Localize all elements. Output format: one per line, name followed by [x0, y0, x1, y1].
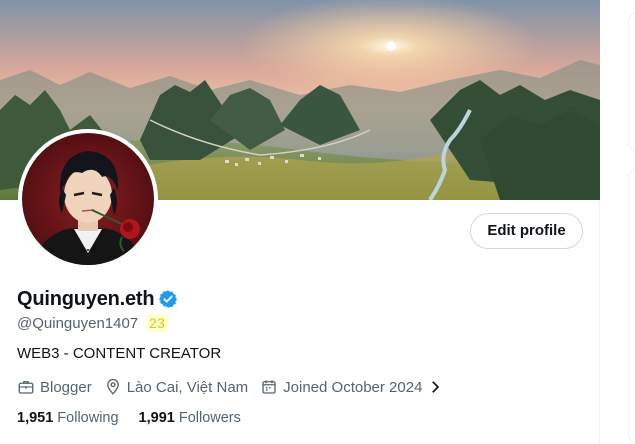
chevron-right-icon[interactable]	[426, 378, 444, 396]
followers-link[interactable]: 1,991 Followers	[139, 410, 241, 426]
edit-profile-button[interactable]: Edit profile	[470, 213, 583, 249]
followers-count: 1,991	[138, 410, 175, 426]
briefcase-icon	[18, 381, 34, 394]
name-row: Quinguyen.eth	[17, 286, 178, 312]
following-label: Following	[57, 410, 119, 426]
following-link[interactable]: 1,951 Following	[17, 410, 119, 426]
sidebar-card	[628, 12, 635, 152]
profile-meta-row: Blogger Lào Cai, Việt Nam Joined October…	[17, 376, 461, 398]
category-label: Blogger	[40, 378, 92, 396]
user-handle: @Quinguyen1407	[17, 314, 139, 332]
following-count: 1,951	[17, 410, 54, 426]
profile-joined-date[interactable]: Joined October 2024	[260, 378, 449, 396]
location-pin-icon	[106, 378, 119, 395]
profile-column: Edit profile Quinguyen.eth @Quinguyen140…	[0, 0, 600, 444]
location-label: Lào Cai, Việt Nam	[126, 378, 249, 396]
calendar-icon	[262, 380, 276, 394]
profile-location: Lào Cai, Việt Nam	[104, 378, 248, 396]
handle-row: @Quinguyen1407 23	[17, 313, 168, 333]
profile-bio: WEB3 - CONTENT CREATOR	[17, 345, 222, 362]
profile-category: Blogger	[17, 378, 92, 396]
follow-stats: 1,951 Following 1,991 Followers	[17, 408, 261, 428]
joined-label: Joined October 2024	[283, 378, 423, 396]
profile-avatar[interactable]	[18, 129, 158, 269]
display-name: Quinguyen.eth	[17, 287, 155, 310]
sidebar-card	[628, 168, 635, 444]
followers-label: Followers	[178, 410, 241, 426]
handle-badge: 23	[146, 314, 168, 332]
verified-badge-icon[interactable]	[158, 289, 178, 309]
